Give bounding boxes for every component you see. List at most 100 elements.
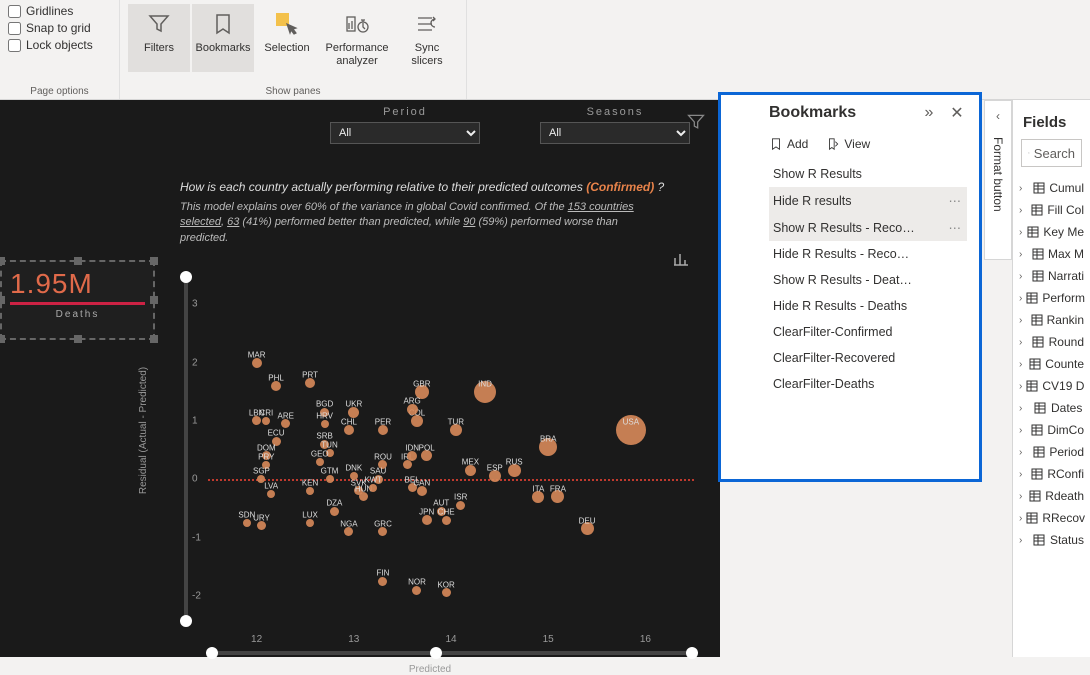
field-item[interactable]: ›Counte [1013,353,1090,375]
format-collapsed-tab[interactable]: ‹ Format button [984,100,1012,260]
table-icon [1033,401,1047,415]
field-item[interactable]: ›Dates [1013,397,1090,419]
x-slider-rail[interactable] [208,651,694,655]
bookmark-item[interactable]: ClearFilter-Recovered [769,345,967,371]
bookmark-view-button[interactable]: View [826,137,870,151]
field-item[interactable]: ›RRecov [1013,507,1090,529]
x-slider-handle-right[interactable] [686,647,698,659]
data-point[interactable] [378,527,387,536]
resize-handle[interactable] [150,335,158,343]
bookmark-item[interactable]: Show R Results - Deat… [769,267,967,293]
data-point[interactable] [344,527,353,536]
data-point[interactable] [326,475,334,483]
filters-pane-button[interactable]: Filters [128,4,190,72]
data-point[interactable] [456,501,465,510]
resize-handle[interactable] [74,335,82,343]
y-slider-handle-top[interactable] [180,271,192,283]
data-point[interactable] [403,460,412,469]
data-point-label: SAU [370,467,386,476]
data-point[interactable] [306,487,314,495]
bookmark-item[interactable]: Show R Results - Reco…⋯ [769,214,967,241]
more-icon[interactable]: ⋯ [949,193,964,208]
data-point[interactable] [442,516,451,525]
y-slider-rail[interactable] [184,275,188,625]
field-item[interactable]: ›CV19 D [1013,375,1090,397]
data-point-label: LUX [302,510,318,519]
data-point-label: ARG [403,397,420,406]
field-item[interactable]: ›Max M [1013,243,1090,265]
field-item[interactable]: ›Fill Col [1013,199,1090,221]
data-point[interactable] [306,519,314,527]
close-icon[interactable]: ✕ [947,103,967,123]
more-icon[interactable]: ⋯ [949,220,964,235]
data-point[interactable] [407,451,417,461]
bookmark-item[interactable]: ClearFilter-Deaths [769,371,967,397]
selection-pane-button[interactable]: Selection [256,4,318,72]
resize-handle[interactable] [74,257,82,265]
data-point[interactable] [378,577,387,586]
data-point[interactable] [262,417,270,425]
field-item[interactable]: ›Status [1013,529,1090,551]
data-point[interactable] [321,420,329,428]
data-point[interactable] [305,378,315,388]
data-point[interactable] [281,419,290,428]
bookmark-item[interactable]: Show R Results [769,161,967,187]
data-point[interactable] [252,358,262,368]
sync-slicers-button[interactable]: Sync slicers [396,4,458,72]
data-point[interactable] [330,507,339,516]
bookmarks-pane-button[interactable]: Bookmarks [192,4,254,72]
resize-handle[interactable] [0,296,5,304]
field-item[interactable]: ›Period [1013,441,1090,463]
bookmark-item[interactable]: Hide R Results - Deaths [769,293,967,319]
filter-icon[interactable] [686,112,706,132]
period-dropdown[interactable]: All [330,122,480,144]
data-point[interactable] [257,521,266,530]
expand-icon[interactable]: » [919,104,939,122]
resize-handle[interactable] [150,296,158,304]
resize-handle[interactable] [0,257,5,265]
field-item[interactable]: ›Rdeath [1013,485,1090,507]
data-point[interactable] [267,490,275,498]
scatter-chart[interactable]: Residual (Actual - Predicted) Predicted … [160,275,700,655]
field-item[interactable]: ›Key Me [1013,221,1090,243]
data-point[interactable] [243,519,251,527]
data-point[interactable] [369,484,377,492]
report-canvas[interactable]: Period All Seasons All 1.95M Deaths How … [0,100,720,657]
y-slider-handle-bottom[interactable] [180,615,192,627]
performance-analyzer-button[interactable]: Performance analyzer [320,4,394,72]
data-point[interactable] [442,588,451,597]
seasons-dropdown[interactable]: All [540,122,690,144]
field-item[interactable]: ›Rankin [1013,309,1090,331]
x-slider-handle-left[interactable] [206,647,218,659]
data-point[interactable] [252,416,261,425]
field-item[interactable]: ›Narrati [1013,265,1090,287]
fields-search-input[interactable]: Search [1021,139,1082,167]
bookmark-item[interactable]: Hide R results⋯ [769,187,967,214]
bookmark-item[interactable]: ClearFilter-Confirmed [769,319,967,345]
chevron-left-icon[interactable]: ‹ [996,109,1000,123]
kpi-card-deaths[interactable]: 1.95M Deaths [0,260,155,340]
data-point[interactable] [412,586,421,595]
data-point[interactable] [378,425,388,435]
field-item[interactable]: ›Cumul [1013,177,1090,199]
data-point[interactable] [344,425,354,435]
data-point[interactable] [316,458,324,466]
data-point[interactable] [417,486,427,496]
snap-to-grid-checkbox[interactable]: Snap to grid [8,21,111,35]
fields-title: Fields [1013,100,1090,139]
resize-handle[interactable] [150,257,158,265]
lock-objects-checkbox[interactable]: Lock objects [8,38,111,52]
bookmark-add-button[interactable]: Add [769,137,808,151]
data-point[interactable] [422,515,432,525]
gridlines-checkbox[interactable]: Gridlines [8,4,111,18]
bookmark-item[interactable]: Hide R Results - Reco… [769,241,967,267]
bar-chart-icon[interactable] [672,250,690,268]
field-item[interactable]: ›Perform [1013,287,1090,309]
field-item[interactable]: ›RConfi [1013,463,1090,485]
x-slider-handle-mid[interactable] [430,647,442,659]
field-item[interactable]: ›Round [1013,331,1090,353]
resize-handle[interactable] [0,335,5,343]
field-item[interactable]: ›DimCo [1013,419,1090,441]
data-point[interactable] [359,492,368,501]
data-point[interactable] [271,381,281,391]
